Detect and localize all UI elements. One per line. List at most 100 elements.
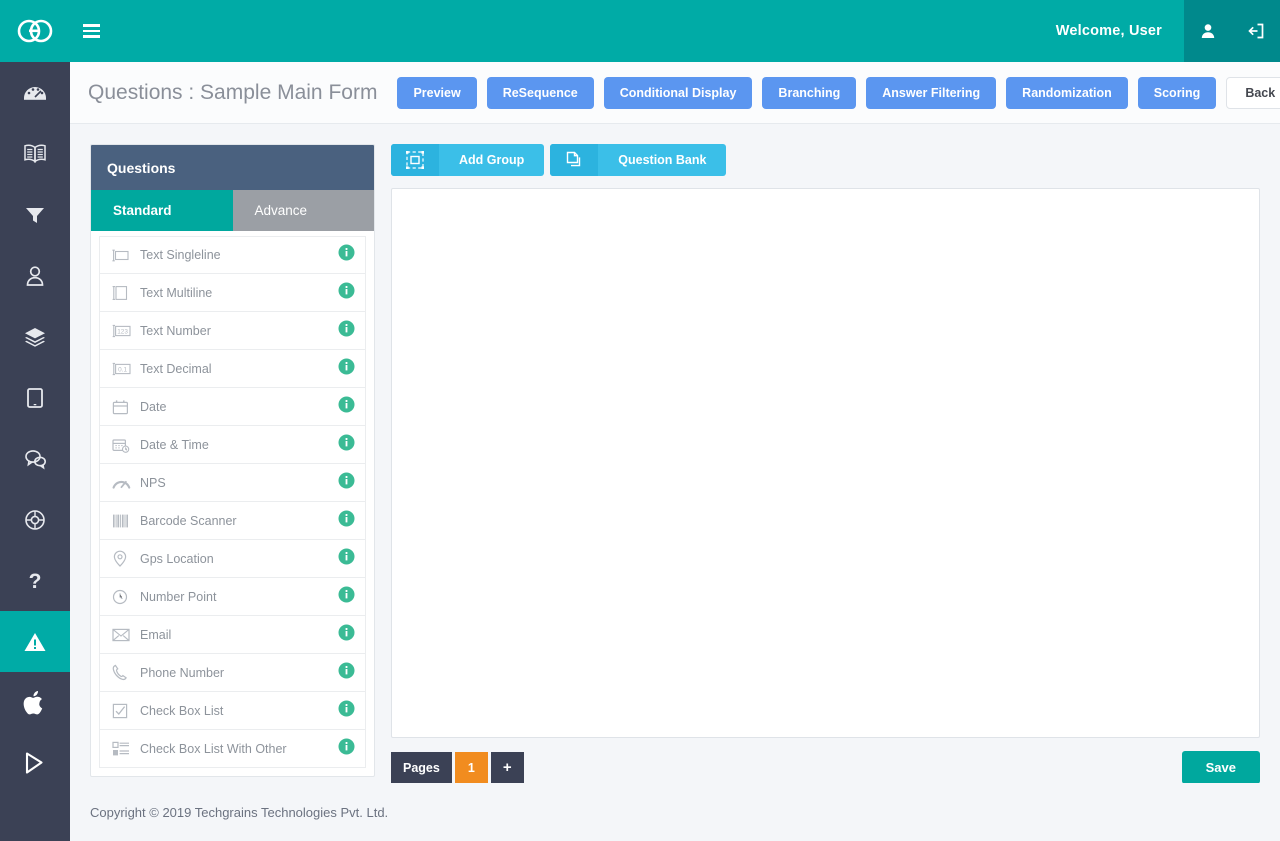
info-icon[interactable]: [338, 510, 355, 532]
info-icon[interactable]: [338, 320, 355, 342]
question-type-row[interactable]: 0.1 Text Decimal: [99, 350, 366, 388]
sidebar-item-layers[interactable]: [0, 306, 70, 367]
conditional-display-button[interactable]: Conditional Display: [603, 76, 753, 109]
page-container: Questions : Sample Main Form Preview ReS…: [70, 62, 1280, 841]
form-canvas[interactable]: [391, 188, 1260, 738]
info-icon: [338, 738, 355, 754]
group-frame-icon: [391, 144, 439, 176]
question-type-row[interactable]: Text Multiline: [99, 274, 366, 312]
question-type-label: Text Number: [140, 323, 211, 338]
question-type-row[interactable]: Phone Number: [99, 654, 366, 692]
info-icon: [338, 282, 355, 298]
page-content: Questions Standard Advance Text Singleli…: [70, 124, 1280, 841]
hamburger-menu-icon: [82, 29, 100, 33]
tab-standard[interactable]: Standard: [91, 190, 233, 231]
copyright-text: Copyright © 2019 Techgrains Technologies…: [90, 804, 389, 820]
layers-icon: [25, 327, 45, 347]
info-icon[interactable]: [338, 548, 355, 570]
question-type-row[interactable]: Text Singleline: [99, 236, 366, 274]
question-type-label: Number Point: [140, 589, 217, 604]
info-icon: [338, 434, 355, 450]
question-type-row[interactable]: Check Box List With Other: [99, 730, 366, 768]
text-singleline-icon: [112, 248, 136, 263]
randomization-button[interactable]: Randomization: [1006, 76, 1128, 109]
question-type-row[interactable]: Date & Time: [99, 426, 366, 464]
question-type-row[interactable]: Email: [99, 616, 366, 654]
answer-filtering-button[interactable]: Answer Filtering: [866, 76, 997, 109]
question-type-row[interactable]: 123 Text Number: [99, 312, 366, 350]
sidebar-item-alerts[interactable]: [0, 611, 70, 672]
question-type-row[interactable]: Number Point: [99, 578, 366, 616]
info-icon: [338, 586, 355, 602]
text-decimal-icon: 0.1: [112, 362, 136, 376]
logout-button[interactable]: [1232, 0, 1280, 62]
questions-panel-tabs: Standard Advance: [91, 190, 374, 231]
scoring-button[interactable]: Scoring: [1137, 76, 1217, 109]
user-icon: [26, 265, 44, 286]
question-mark-icon: ?: [29, 570, 42, 593]
question-type-row[interactable]: NPS: [99, 464, 366, 502]
question-bank-button[interactable]: Question Bank: [550, 144, 727, 176]
hamburger-menu-icon: [82, 35, 100, 38]
question-type-row[interactable]: Date: [99, 388, 366, 426]
sidebar-item-devices[interactable]: [0, 367, 70, 428]
info-icon[interactable]: [338, 624, 355, 646]
tab-advance[interactable]: Advance: [232, 190, 374, 231]
hamburger-menu-button[interactable]: [70, 0, 112, 62]
barcode-icon: [112, 513, 136, 529]
add-group-label: Add Group: [459, 153, 525, 167]
question-type-row[interactable]: Gps Location: [99, 540, 366, 578]
svg-text:?: ?: [29, 570, 42, 593]
info-icon[interactable]: [338, 472, 355, 494]
page-number-1[interactable]: 1: [454, 752, 488, 783]
app-logo[interactable]: [0, 0, 70, 62]
text-multiline-icon: [112, 285, 136, 301]
sidebar-item-play-store-app[interactable]: [0, 733, 70, 794]
user-profile-button[interactable]: [1184, 0, 1232, 62]
pages-pager: Pages 1 +: [391, 752, 524, 783]
save-button[interactable]: Save: [1181, 751, 1260, 784]
info-icon[interactable]: [338, 700, 355, 722]
branching-button[interactable]: Branching: [762, 76, 857, 109]
builder-toolbar: Add Group Question Bank: [391, 144, 1260, 176]
calendar-icon: [112, 399, 136, 415]
sidebar-item-dashboard[interactable]: [0, 62, 70, 123]
question-type-label: Date & Time: [140, 437, 209, 452]
canvas-footer: Pages 1 + Save: [391, 751, 1260, 784]
sidebar-item-library[interactable]: [0, 123, 70, 184]
info-icon[interactable]: [338, 358, 355, 380]
question-type-row[interactable]: Barcode Scanner: [99, 502, 366, 540]
sidebar-item-help[interactable]: ?: [0, 550, 70, 611]
info-icon[interactable]: [338, 396, 355, 418]
svg-text:0.1: 0.1: [118, 366, 127, 373]
sidebar-item-users[interactable]: [0, 245, 70, 306]
info-icon: [338, 244, 355, 261]
checkbox-list-icon: [112, 741, 136, 757]
question-type-row[interactable]: Check Box List: [99, 692, 366, 730]
sidebar-item-apple-app[interactable]: [0, 672, 70, 733]
add-group-button[interactable]: Add Group: [391, 144, 545, 176]
info-icon: [338, 700, 355, 716]
page-title: Questions : Sample Main Form: [88, 80, 378, 104]
sidebar-item-messages[interactable]: [0, 428, 70, 489]
text-number-icon: 123: [112, 324, 136, 338]
info-icon[interactable]: [338, 586, 355, 608]
preview-button[interactable]: Preview: [397, 76, 477, 109]
warning-triangle-icon: [24, 632, 46, 651]
info-icon[interactable]: [338, 434, 355, 456]
welcome-message: Welcome, User: [1055, 23, 1162, 39]
info-icon[interactable]: [338, 244, 355, 266]
envelope-icon: [112, 628, 136, 642]
sidebar-item-support[interactable]: [0, 489, 70, 550]
info-icon[interactable]: [338, 282, 355, 304]
resequence-button[interactable]: ReSequence: [486, 76, 594, 109]
info-icon[interactable]: [338, 662, 355, 684]
info-icon[interactable]: [338, 738, 355, 760]
form-builder-column: Add Group Question Bank Pages 1 + Save: [391, 144, 1260, 784]
top-bar: Welcome, User: [0, 0, 1280, 62]
map-pin-icon: [112, 550, 136, 567]
sidebar-item-filter[interactable]: [0, 184, 70, 245]
back-button[interactable]: Back: [1226, 76, 1280, 109]
add-page-button[interactable]: +: [490, 752, 524, 783]
logout-icon: [1248, 23, 1264, 39]
